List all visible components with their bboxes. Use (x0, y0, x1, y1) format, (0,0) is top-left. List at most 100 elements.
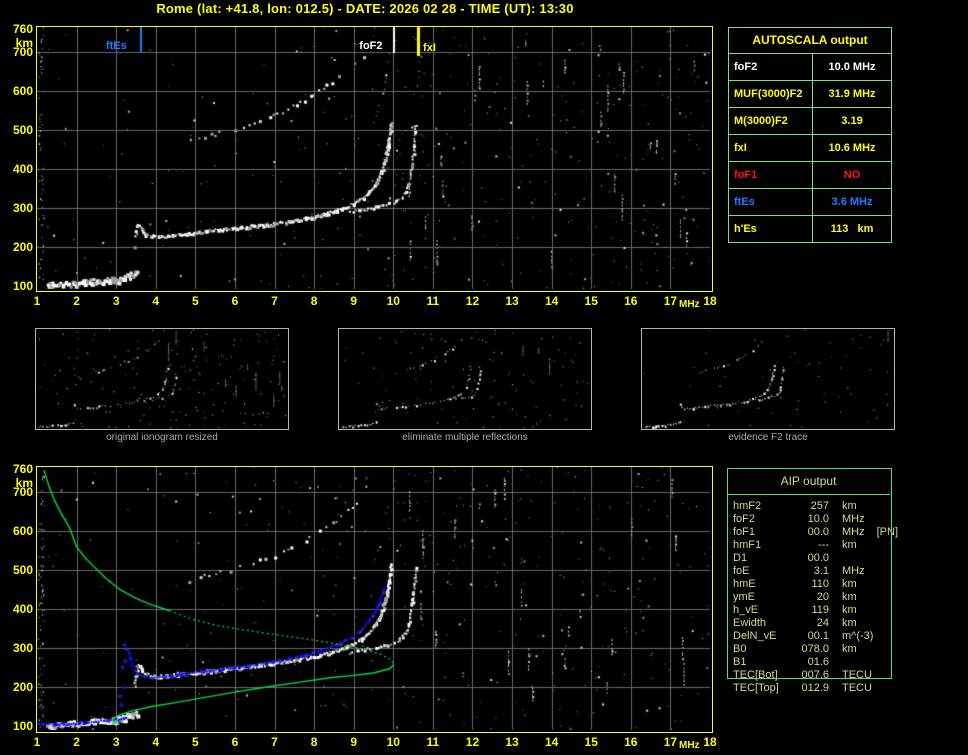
thumbnail-evidence-canvas (642, 329, 894, 429)
autoscala-row-fof2: foF2 10.0 MHz (729, 53, 891, 80)
x-axis-unit-mhz: MHz (679, 740, 700, 751)
autoscala-row-fxi: fxI 10.6 MHz (729, 134, 891, 161)
x-tick-label-14: 14 (544, 735, 559, 749)
autoscala-param-label: foF2 (729, 54, 813, 80)
thumbnail-caption-original: original ionogram resized (106, 432, 218, 443)
autoscala-param-value: NO (843, 169, 861, 181)
y-tick-label-300: 300 (12, 641, 33, 656)
x-tick-label-12: 12 (465, 294, 480, 308)
x-tick-label-11: 11 (426, 735, 440, 749)
autoscala-param-label: ftEs (729, 189, 813, 215)
autoscala-window: Rome (lat: +41.8, lon: 012.5) - DATE: 20… (0, 0, 968, 755)
y-tick-label-500: 500 (12, 123, 33, 138)
y-tick-label-100: 100 (12, 719, 33, 733)
x-tick-label-3: 3 (112, 294, 120, 308)
autoscala-row-fof1: foF1 NO (729, 161, 891, 188)
autoscala-row-m3000f2: M(3000)F2 3.19 (729, 107, 891, 134)
x-tick-label-5: 5 (192, 735, 199, 749)
x-tick-label-1: 1 (33, 294, 41, 308)
thumbnail-original-canvas (36, 329, 288, 429)
aip-row-b1: B1 01.6 (733, 656, 829, 668)
autoscala-param-label: foF1 (729, 162, 813, 188)
x-tick-label-8: 8 (310, 294, 318, 308)
marker-label-ftes: ftEs (105, 40, 127, 52)
aip-row-delnve: DelN_vE 00.1 m^(-3) (733, 630, 874, 642)
aip-header-separator (727, 494, 890, 495)
marker-label-fof2: foF2 (359, 40, 383, 52)
aip-row-tecbot: TEC[Bot] 007.6 TECU (733, 669, 872, 681)
y-tick-label-400: 400 (12, 162, 33, 177)
x-tick-label-13: 13 (505, 735, 519, 749)
autoscala-row-ftes: ftEs 3.6 MHz (729, 188, 891, 215)
aip-row-d1: D1 00.0 (733, 552, 829, 564)
window-title: Rome (lat: +41.8, lon: 012.5) - DATE: 20… (156, 1, 574, 16)
autoscala-row-hes: h'Es 113 km (729, 215, 891, 242)
aip-row-hme: hmE 110 km (733, 578, 857, 590)
thumbnail-eliminate-reflections (338, 328, 592, 430)
x-tick-label-2: 2 (73, 294, 80, 308)
autoscala-param-value: 10.6 MHz (828, 142, 876, 154)
autoscala-param-label: fxI (729, 135, 813, 161)
y-tick-label-200: 200 (12, 240, 33, 255)
x-tick-label-16: 16 (624, 294, 638, 308)
thumbnail-caption-evidence: evidence F2 trace (728, 432, 808, 443)
x-tick-label-1: 1 (33, 735, 41, 749)
x-tick-label-6: 6 (231, 735, 239, 749)
autoscala-param-label: MUF(3000)F2 (729, 81, 813, 107)
aip-row-hmf1: hmF1 --- km (733, 539, 857, 551)
x-tick-label-2: 2 (73, 735, 80, 749)
x-tick-label-11: 11 (426, 294, 440, 308)
top-ionogram-canvas (37, 27, 710, 289)
thumbnail-evidence-f2 (641, 328, 895, 430)
aip-row-ewidth: Ewidth 24 km (733, 617, 857, 629)
y-tick-label-400: 400 (12, 602, 33, 617)
x-tick-label-3: 3 (112, 735, 120, 749)
x-tick-label-15: 15 (584, 735, 598, 749)
aip-row-hve: h_vE 119 km (733, 604, 857, 616)
x-tick-label-18: 18 (703, 735, 717, 749)
x-tick-label-8: 8 (310, 735, 318, 749)
x-tick-label-7: 7 (271, 294, 278, 308)
aip-table-title: AIP output (780, 474, 837, 488)
y-tick-label-100: 100 (12, 279, 33, 293)
autoscala-param-value: 10.0 MHz (828, 61, 876, 73)
thumbnail-original-ionogram (35, 328, 289, 430)
aip-row-yme: ymE 20 km (733, 591, 857, 603)
x-tick-label-6: 6 (231, 294, 239, 308)
aip-row-b0: B0 078.0 km (733, 643, 857, 655)
y-tick-label-200: 200 (12, 680, 33, 695)
aip-row-tectop: TEC[Top] 012.9 TECU (733, 682, 872, 694)
x-tick-label-13: 13 (505, 294, 519, 308)
y-tick-label-300: 300 (12, 201, 33, 216)
x-tick-label-9: 9 (350, 735, 358, 749)
x-tick-label-14: 14 (544, 294, 559, 308)
autoscala-param-label: h'Es (729, 216, 813, 242)
aip-row-foe: foE 3.1 MHz (733, 565, 865, 577)
x-tick-label-12: 12 (465, 735, 480, 749)
autoscala-table-title: AUTOSCALA output (752, 33, 868, 47)
autoscala-param-value: 113 km (830, 223, 874, 235)
y-tick-label-760: 760 (12, 22, 33, 36)
x-tick-label-18: 18 (703, 294, 717, 308)
autoscala-param-label: M(3000)F2 (729, 108, 813, 134)
y-tick-label-600: 600 (12, 524, 33, 539)
thumbnail-eliminate-canvas (339, 329, 591, 429)
x-tick-label-15: 15 (584, 294, 598, 308)
x-tick-label-10: 10 (386, 735, 400, 749)
x-tick-label-10: 10 (386, 294, 400, 308)
aip-row-fof2: foF2 10.0 MHz (733, 513, 865, 525)
y-axis-unit-km: km (15, 36, 33, 50)
aip-output-table: hmF2 257 km foF2 10.0 MHz foF1 00.0 MHz [PN] hmF1-… (733, 500, 903, 695)
x-tick-label-7: 7 (271, 735, 278, 749)
autoscala-param-value: 3.19 (841, 115, 863, 127)
thumbnail-caption-eliminate: eliminate multiple reflections (402, 432, 528, 443)
aip-row-hmf2: hmF2 257 km (733, 500, 857, 512)
aip-row-fof1: foF1 00.0 MHz [PN] (733, 526, 899, 538)
x-tick-label-4: 4 (152, 294, 160, 308)
x-tick-label-4: 4 (152, 735, 160, 749)
autoscala-param-value: 3.6 MHz (831, 196, 873, 208)
marker-label-fxi: fxI (423, 42, 436, 54)
autoscala-param-value: 31.9 MHz (828, 88, 876, 100)
x-tick-label-9: 9 (350, 294, 358, 308)
x-axis-unit-mhz: MHz (679, 299, 700, 310)
